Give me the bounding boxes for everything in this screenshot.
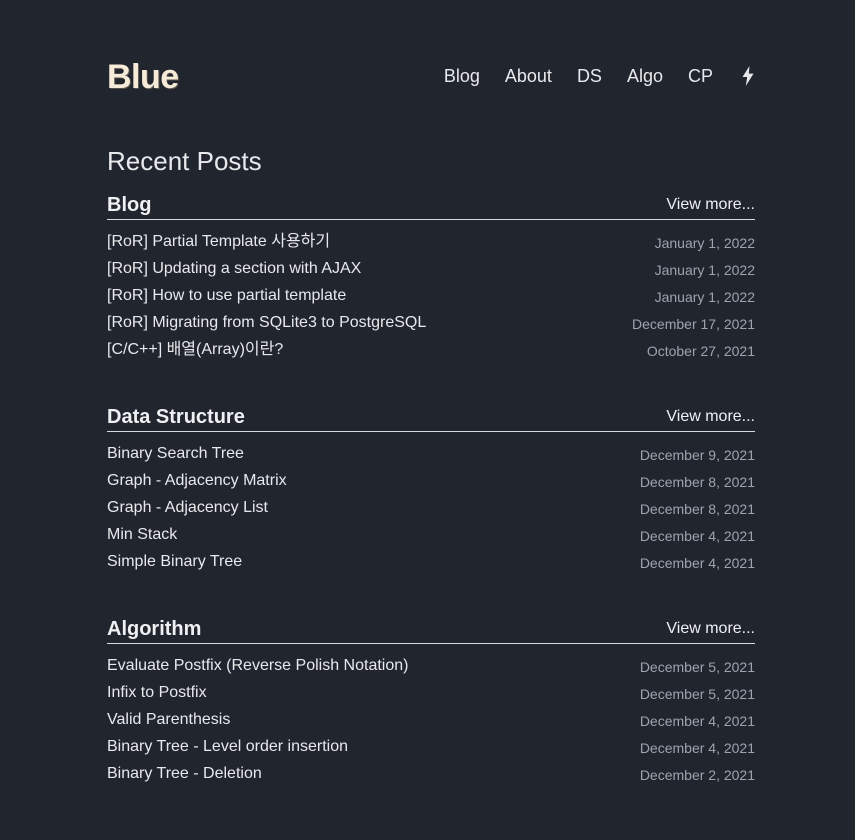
lightning-bolt-icon[interactable] bbox=[741, 66, 755, 86]
post-date: January 1, 2022 bbox=[654, 289, 755, 305]
post-row: Binary Tree - Level order insertion Dece… bbox=[107, 734, 755, 761]
site-logo[interactable]: Blue bbox=[107, 58, 179, 96]
post-row: Infix to Postfix December 5, 2021 bbox=[107, 680, 755, 707]
section-title: Data Structure bbox=[107, 406, 245, 428]
post-row: [RoR] How to use partial template Januar… bbox=[107, 283, 755, 310]
post-row: Binary Tree - Deletion December 2, 2021 bbox=[107, 761, 755, 788]
section-algorithm: Algorithm View more... Evaluate Postfix … bbox=[107, 615, 755, 788]
nav-link-cp[interactable]: CP bbox=[688, 64, 713, 88]
post-title-link[interactable]: Valid Parenthesis bbox=[107, 709, 230, 731]
post-title-link[interactable]: Binary Search Tree bbox=[107, 443, 244, 465]
post-title-link[interactable]: [C/C++] 배열(Array)이란? bbox=[107, 339, 283, 361]
section-header: Algorithm View more... bbox=[107, 615, 755, 644]
post-row: [RoR] Updating a section with AJAX Janua… bbox=[107, 256, 755, 283]
recent-posts-heading: Recent Posts bbox=[107, 146, 262, 176]
post-row: Binary Search Tree December 9, 2021 bbox=[107, 441, 755, 468]
post-list: [RoR] Partial Template 사용하기 January 1, 2… bbox=[107, 229, 755, 364]
post-row: Evaluate Postfix (Reverse Polish Notatio… bbox=[107, 653, 755, 680]
nav-link-algo[interactable]: Algo bbox=[627, 64, 663, 88]
post-title-link[interactable]: Infix to Postfix bbox=[107, 682, 207, 704]
main-nav: Blog About DS Algo CP bbox=[444, 64, 755, 88]
page: Blue Blog About DS Algo CP Recent Posts … bbox=[107, 0, 755, 783]
post-title-link[interactable]: [RoR] How to use partial template bbox=[107, 285, 346, 307]
post-date: October 27, 2021 bbox=[646, 343, 755, 359]
post-title-link[interactable]: [RoR] Partial Template 사용하기 bbox=[107, 231, 330, 253]
post-date: December 8, 2021 bbox=[639, 474, 755, 490]
nav-link-blog[interactable]: Blog bbox=[444, 64, 480, 88]
post-date: December 2, 2021 bbox=[639, 767, 755, 783]
post-title-link[interactable]: Graph - Adjacency List bbox=[107, 497, 268, 519]
post-row: Min Stack December 4, 2021 bbox=[107, 522, 755, 549]
post-date: December 4, 2021 bbox=[639, 740, 755, 756]
post-date: January 1, 2022 bbox=[654, 262, 755, 278]
section-header: Data Structure View more... bbox=[107, 403, 755, 432]
post-date: December 4, 2021 bbox=[639, 713, 755, 729]
post-date: December 17, 2021 bbox=[632, 316, 755, 332]
post-title-link[interactable]: Evaluate Postfix (Reverse Polish Notatio… bbox=[107, 655, 408, 677]
post-date: December 4, 2021 bbox=[639, 555, 755, 571]
post-row: Graph - Adjacency Matrix December 8, 202… bbox=[107, 468, 755, 495]
post-date: December 8, 2021 bbox=[639, 501, 755, 517]
view-more-link[interactable]: View more... bbox=[666, 193, 755, 217]
post-title-link[interactable]: Graph - Adjacency Matrix bbox=[107, 470, 287, 492]
section-title: Blog bbox=[107, 194, 152, 216]
post-date: December 9, 2021 bbox=[639, 447, 755, 463]
post-title-link[interactable]: Binary Tree - Deletion bbox=[107, 763, 262, 785]
nav-link-about[interactable]: About bbox=[505, 64, 552, 88]
post-row: [C/C++] 배열(Array)이란? October 27, 2021 bbox=[107, 337, 755, 364]
post-list: Evaluate Postfix (Reverse Polish Notatio… bbox=[107, 653, 755, 788]
view-more-link[interactable]: View more... bbox=[666, 405, 755, 429]
post-date: December 4, 2021 bbox=[639, 528, 755, 544]
post-row: Valid Parenthesis December 4, 2021 bbox=[107, 707, 755, 734]
post-row: Simple Binary Tree December 4, 2021 bbox=[107, 549, 755, 576]
post-title-link[interactable]: Simple Binary Tree bbox=[107, 551, 242, 573]
view-more-link[interactable]: View more... bbox=[666, 617, 755, 641]
nav-link-ds[interactable]: DS bbox=[577, 64, 602, 88]
post-row: Graph - Adjacency List December 8, 2021 bbox=[107, 495, 755, 522]
post-date: January 1, 2022 bbox=[654, 235, 755, 251]
post-row: [RoR] Migrating from SQLite3 to PostgreS… bbox=[107, 310, 755, 337]
section-title: Algorithm bbox=[107, 618, 202, 640]
site-header: Blue Blog About DS Algo CP bbox=[107, 0, 755, 140]
post-date: December 5, 2021 bbox=[639, 686, 755, 702]
post-title-link[interactable]: Binary Tree - Level order insertion bbox=[107, 736, 348, 758]
section-blog: Blog View more... [RoR] Partial Template… bbox=[107, 191, 755, 364]
post-date: December 5, 2021 bbox=[639, 659, 755, 675]
section-header: Blog View more... bbox=[107, 191, 755, 220]
post-row: [RoR] Partial Template 사용하기 January 1, 2… bbox=[107, 229, 755, 256]
post-list: Binary Search Tree December 9, 2021 Grap… bbox=[107, 441, 755, 576]
post-title-link[interactable]: Min Stack bbox=[107, 524, 177, 546]
section-data-structure: Data Structure View more... Binary Searc… bbox=[107, 403, 755, 576]
post-title-link[interactable]: [RoR] Migrating from SQLite3 to PostgreS… bbox=[107, 312, 426, 334]
post-title-link[interactable]: [RoR] Updating a section with AJAX bbox=[107, 258, 361, 280]
